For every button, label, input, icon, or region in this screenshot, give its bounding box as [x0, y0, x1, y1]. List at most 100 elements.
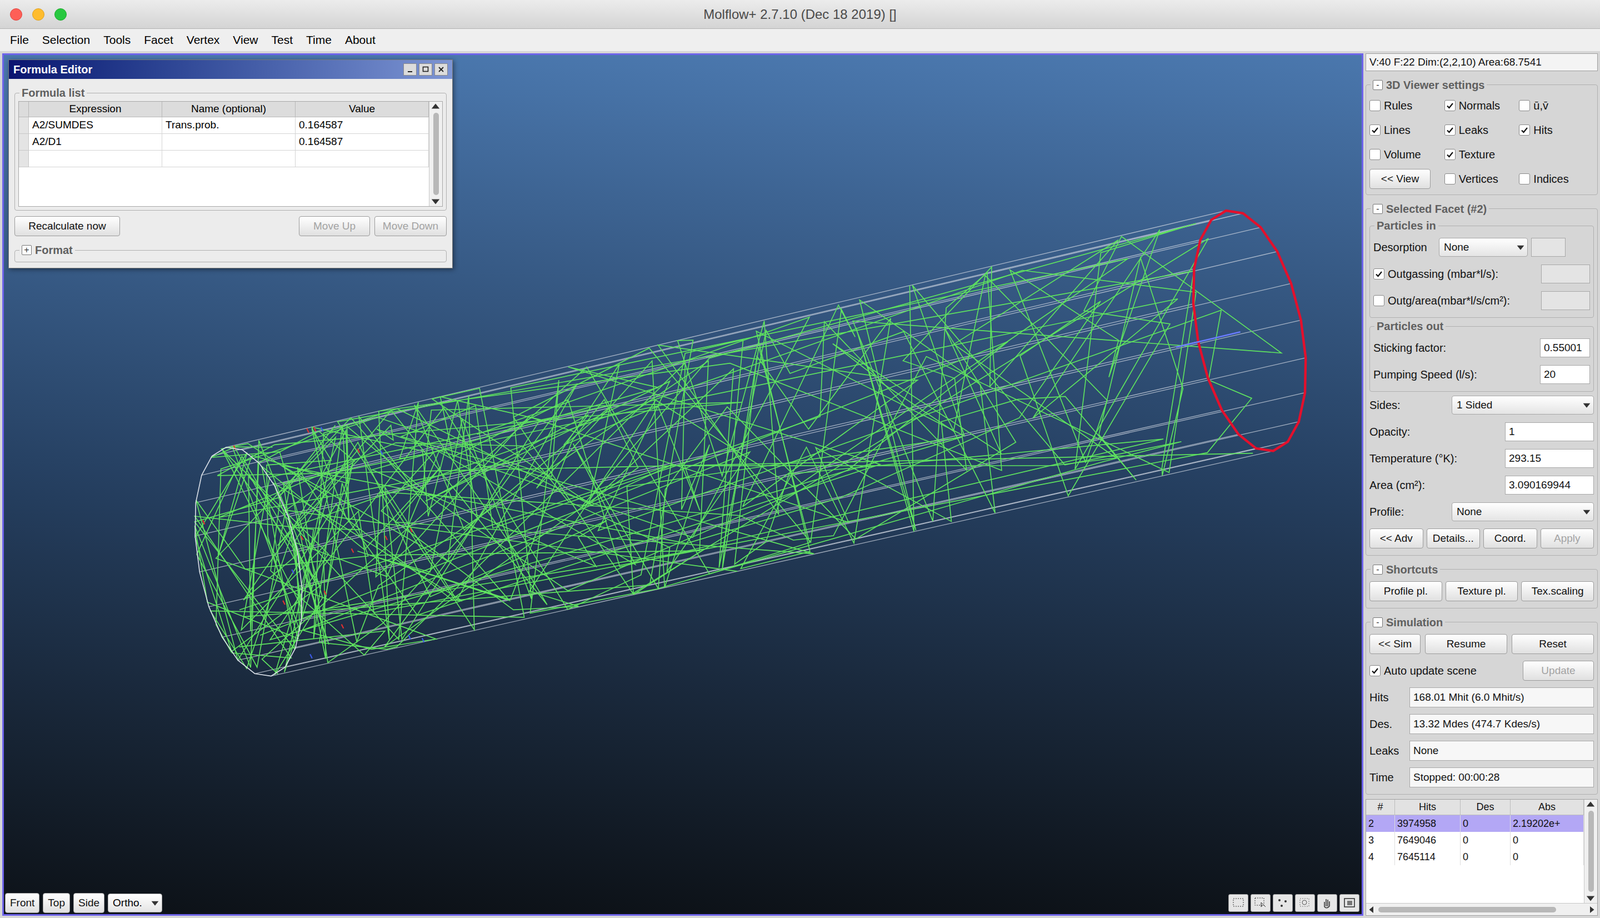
button[interactable]: Recalculate now: [14, 216, 120, 237]
checkbox-item[interactable]: Outgassing (mbar*l/s):: [1373, 265, 1538, 283]
table-cell[interactable]: 2.19202e+: [1510, 815, 1584, 832]
button[interactable]: Profile pl.: [1369, 581, 1443, 602]
table-cell[interactable]: A2/SUMDES: [28, 117, 163, 134]
collapse-toggle[interactable]: -: [1372, 80, 1383, 90]
scroll-thumb[interactable]: [1588, 810, 1594, 892]
3d-viewer[interactable]: Formula EditorFormula listExpressionName…: [2, 53, 1364, 916]
table-cell[interactable]: 3974958: [1395, 815, 1461, 832]
table-cell[interactable]: [295, 150, 429, 168]
formula-editor-window[interactable]: Formula EditorFormula listExpressionName…: [8, 59, 453, 269]
button[interactable]: Update: [1522, 660, 1594, 681]
table-cell[interactable]: 2: [1366, 815, 1395, 832]
checkbox[interactable]: [1369, 148, 1381, 160]
menu-item[interactable]: File: [4, 28, 35, 52]
checkbox-item[interactable]: Indices: [1518, 170, 1569, 188]
window-button[interactable]: [418, 63, 433, 76]
window-button[interactable]: [434, 63, 448, 76]
vertical-scrollbar[interactable]: [428, 101, 443, 207]
checkbox[interactable]: [1444, 173, 1456, 185]
dropdown[interactable]: Ortho.: [107, 893, 163, 913]
checkbox-item[interactable]: Normals: [1444, 97, 1500, 114]
window-button[interactable]: [403, 63, 417, 76]
table-cell[interactable]: 0.164587: [295, 133, 429, 151]
scroll-track[interactable]: [1377, 906, 1587, 913]
table-cell[interactable]: 4: [1366, 848, 1395, 865]
menu-item[interactable]: Selection: [36, 28, 96, 52]
column-header[interactable]: Hits: [1395, 799, 1461, 815]
column-header[interactable]: #: [1366, 799, 1395, 815]
checkbox[interactable]: [1518, 100, 1530, 112]
checkbox-item[interactable]: Volume: [1369, 146, 1422, 163]
horizontal-scrollbar[interactable]: [1366, 902, 1598, 915]
table-cell[interactable]: A2/D1: [28, 133, 163, 151]
checkbox[interactable]: [1369, 100, 1381, 112]
collapse-toggle[interactable]: -: [1372, 203, 1383, 214]
group-header[interactable]: -Shortcuts: [1372, 561, 1438, 578]
checkbox[interactable]: [1444, 148, 1456, 160]
checkbox-item[interactable]: Texture: [1444, 146, 1496, 163]
button[interactable]: Top: [42, 892, 70, 913]
checkbox[interactable]: [1369, 665, 1381, 677]
column-header[interactable]: Value: [295, 101, 429, 118]
menu-item[interactable]: View: [227, 28, 264, 52]
collapse-toggle[interactable]: -: [1372, 564, 1383, 575]
table-cell[interactable]: 0: [1460, 848, 1511, 865]
checkbox-item[interactable]: Lines: [1369, 121, 1411, 139]
checkbox[interactable]: [1373, 295, 1385, 307]
checkbox-item[interactable]: ū,v̄: [1518, 97, 1549, 114]
column-header[interactable]: Expression: [28, 101, 163, 118]
text-field[interactable]: 0.55001: [1540, 338, 1590, 358]
minimize-icon[interactable]: [32, 8, 45, 21]
button[interactable]: Apply: [1540, 528, 1595, 549]
dropdown[interactable]: 1 Sided: [1451, 395, 1594, 415]
table-cell[interactable]: 7645114: [1395, 848, 1461, 865]
text-field[interactable]: [1541, 264, 1590, 284]
checkbox[interactable]: [1444, 100, 1456, 112]
tool-button[interactable]: [1339, 893, 1360, 912]
text-field[interactable]: [1541, 291, 1590, 310]
button[interactable]: Move Down: [374, 216, 447, 237]
row-header[interactable]: [18, 150, 29, 168]
table-cell[interactable]: 7649046: [1395, 831, 1461, 849]
table-cell[interactable]: Trans.prob.: [162, 117, 296, 134]
collapse-toggle[interactable]: +: [21, 245, 32, 255]
table-cell[interactable]: 0: [1510, 831, 1584, 849]
collapse-toggle[interactable]: -: [1372, 617, 1383, 628]
tool-button[interactable]: [1317, 893, 1338, 912]
scroll-track[interactable]: [429, 111, 443, 197]
text-field[interactable]: 293.15: [1505, 448, 1594, 468]
dropdown[interactable]: None: [1451, 502, 1594, 522]
column-header[interactable]: Des: [1460, 799, 1511, 815]
tool-button[interactable]: [1295, 893, 1315, 912]
group-header[interactable]: -Selected Facet (#2): [1372, 200, 1487, 218]
button[interactable]: << View: [1369, 168, 1431, 189]
button[interactable]: Texture pl.: [1445, 581, 1519, 602]
button[interactable]: Resume: [1425, 633, 1508, 654]
text-field[interactable]: 3.090169944: [1505, 475, 1594, 495]
text-field[interactable]: 20: [1540, 365, 1590, 384]
button[interactable]: << Sim: [1369, 633, 1421, 654]
menu-item[interactable]: Tools: [97, 28, 137, 52]
table-cell[interactable]: [28, 150, 163, 168]
tool-button[interactable]: [1250, 893, 1271, 912]
menu-item[interactable]: Facet: [138, 28, 179, 52]
tool-button[interactable]: [1228, 893, 1249, 912]
button[interactable]: Move Up: [298, 216, 370, 237]
column-header[interactable]: Abs: [1510, 799, 1584, 815]
table-cell[interactable]: [162, 150, 296, 168]
button[interactable]: Reset: [1511, 633, 1594, 654]
text-field[interactable]: 1: [1505, 422, 1594, 442]
menu-item[interactable]: About: [339, 28, 382, 52]
checkbox-item[interactable]: Outg/area(mbar*l/s/cm²):: [1373, 292, 1538, 309]
checkbox[interactable]: [1518, 124, 1530, 136]
checkbox-item[interactable]: Hits: [1518, 121, 1553, 139]
dropdown[interactable]: None: [1438, 237, 1528, 257]
tool-button[interactable]: [1272, 893, 1293, 912]
table-cell[interactable]: 0: [1460, 831, 1511, 849]
checkbox[interactable]: [1444, 124, 1456, 136]
menu-item[interactable]: Vertex: [181, 28, 226, 52]
scroll-track[interactable]: [1584, 809, 1598, 893]
button[interactable]: Coord.: [1483, 528, 1538, 549]
column-header[interactable]: Name (optional): [162, 101, 296, 118]
button[interactable]: Side: [73, 892, 105, 913]
